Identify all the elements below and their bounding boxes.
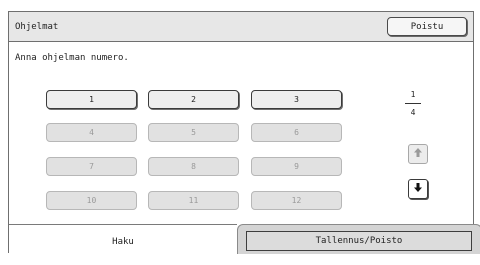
arrow-up-icon xyxy=(413,147,423,162)
page-total: 4 xyxy=(410,108,416,117)
page-down-button[interactable] xyxy=(408,179,428,199)
program-button-7[interactable]: 7 xyxy=(46,157,137,176)
program-button-12[interactable]: 12 xyxy=(251,191,342,210)
program-button-11[interactable]: 11 xyxy=(148,191,239,210)
tab-recall[interactable]: Haku xyxy=(9,224,237,254)
programs-dialog: Ohjelmat Poistu Anna ohjelman numero. 1 … xyxy=(8,11,480,254)
instruction-text: Anna ohjelman numero. xyxy=(15,53,129,63)
dialog-title: Ohjelmat xyxy=(15,22,59,32)
program-button-6[interactable]: 6 xyxy=(251,123,342,142)
page-indicator: 1 4 xyxy=(397,90,429,117)
dialog-header: Ohjelmat Poistu xyxy=(9,12,473,42)
program-button-3[interactable]: 3 xyxy=(251,90,342,109)
tab-store-delete[interactable]: Tallennus/Poisto xyxy=(246,231,472,251)
tab-store-delete-container: Tallennus/Poisto xyxy=(237,224,480,254)
program-button-4[interactable]: 4 xyxy=(46,123,137,142)
program-button-2[interactable]: 2 xyxy=(148,90,239,109)
page-current: 1 xyxy=(410,90,416,99)
page-up-button[interactable] xyxy=(408,144,428,164)
program-button-5[interactable]: 5 xyxy=(148,123,239,142)
program-button-9[interactable]: 9 xyxy=(251,157,342,176)
program-button-8[interactable]: 8 xyxy=(148,157,239,176)
tab-recall-label: Haku xyxy=(112,237,134,247)
program-button-10[interactable]: 10 xyxy=(46,191,137,210)
arrow-down-icon xyxy=(413,182,423,197)
exit-button[interactable]: Poistu xyxy=(387,17,467,36)
page-divider xyxy=(405,103,421,104)
program-button-1[interactable]: 1 xyxy=(46,90,137,109)
